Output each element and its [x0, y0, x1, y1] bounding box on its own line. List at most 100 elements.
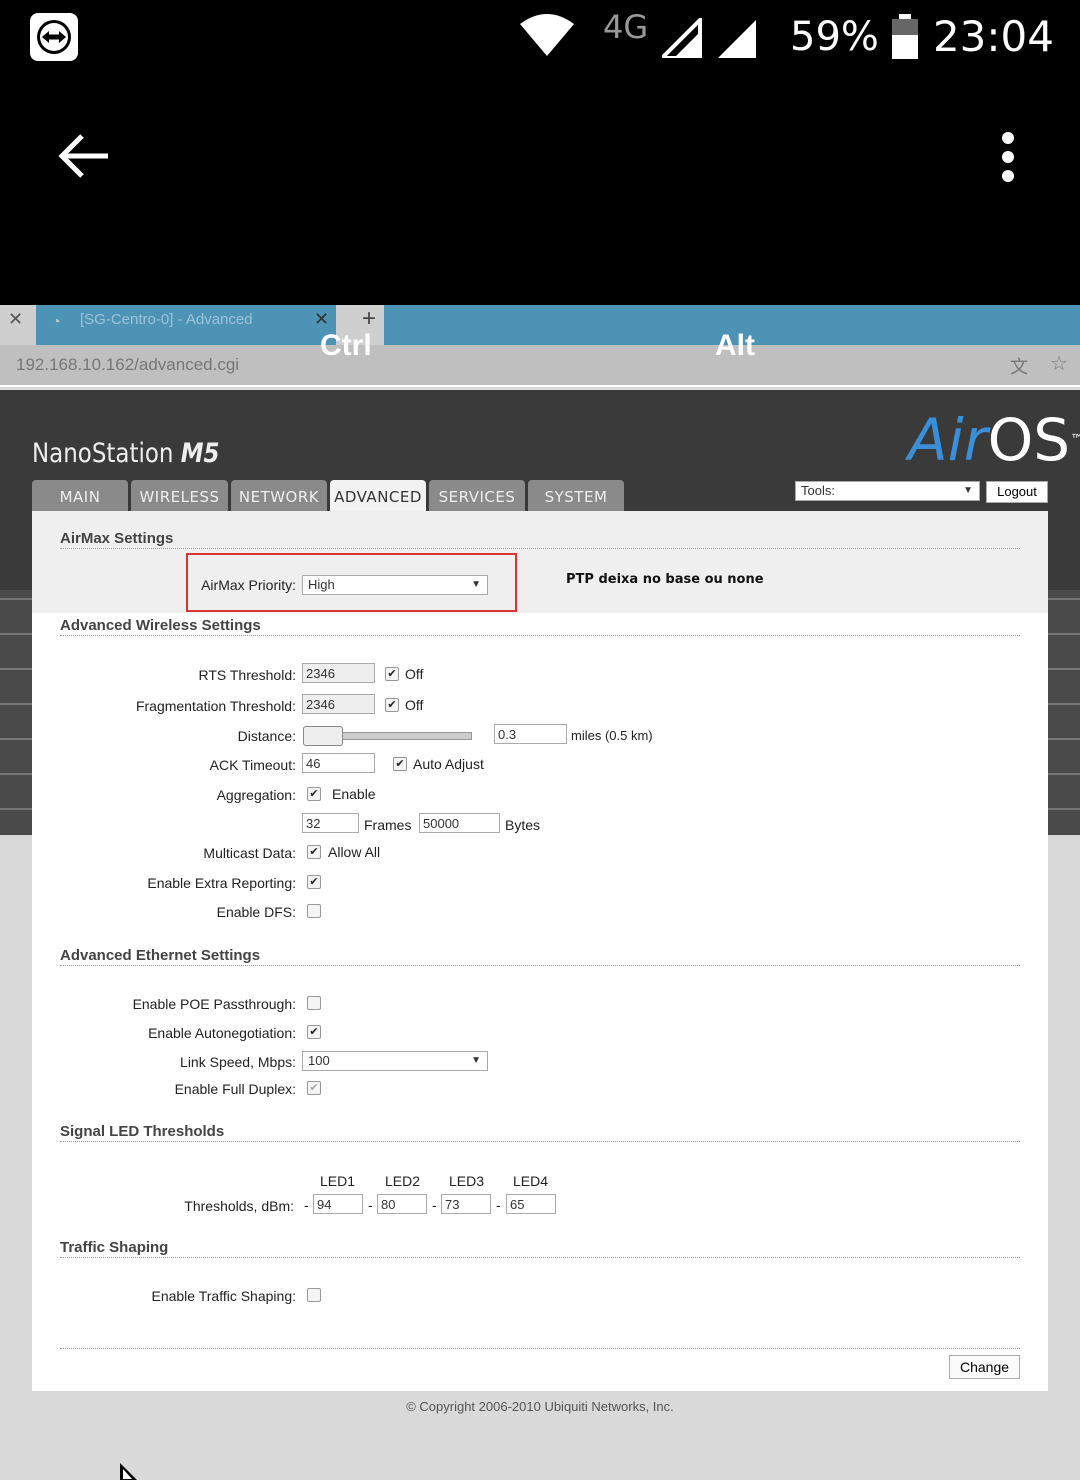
teamviewer-icon	[30, 13, 78, 61]
led4-header: LED4	[513, 1173, 549, 1189]
aggregation-checkbox[interactable]: ✔	[307, 787, 321, 801]
airmax-priority-select[interactable]: High ▼	[302, 575, 488, 595]
rts-off-label: Off	[405, 666, 424, 682]
browser-tab-bar: ✕ ◔ [SG-Centro-0] - Advanced ✕ +	[0, 305, 1080, 345]
frag-off-checkbox[interactable]: ✔	[385, 698, 399, 712]
remote-screen: ✕ ◔ [SG-Centro-0] - Advanced ✕ + 192.168…	[0, 305, 1080, 1480]
ethernet-section-title: Advanced Ethernet Settings	[60, 947, 261, 964]
link-speed-value: 100	[308, 1053, 330, 1068]
minus-sign: -	[432, 1197, 437, 1213]
arrow-left-icon[interactable]	[58, 130, 110, 187]
distance-slider-handle[interactable]	[303, 726, 343, 746]
annotation-note: PTP deixa no base ou none	[566, 572, 764, 587]
bytes-label: Bytes	[505, 817, 541, 833]
chevron-down-icon: ▼	[471, 579, 481, 590]
airmax-section-title: AirMax Settings	[60, 530, 174, 547]
status-bar: 4G 59% 23:04	[0, 0, 1080, 80]
poe-checkbox[interactable]	[307, 996, 321, 1010]
device-label: NanoStation	[32, 438, 174, 469]
translate-icon[interactable]: 文	[1010, 353, 1028, 379]
tab-services[interactable]: SERVICES	[429, 480, 525, 512]
dfs-checkbox[interactable]	[307, 904, 321, 918]
traffic-shaping-label: Enable Traffic Shaping:	[151, 1288, 296, 1304]
mouse-cursor-icon	[118, 1463, 142, 1480]
ack-auto-checkbox[interactable]: ✔	[393, 757, 407, 771]
airmax-priority-label: AirMax Priority:	[201, 577, 296, 593]
divider	[60, 965, 1020, 966]
full-duplex-checkbox[interactable]: ✔	[307, 1081, 321, 1095]
autoneg-checkbox[interactable]: ✔	[307, 1025, 321, 1039]
led-section-title: Signal LED Thresholds	[60, 1123, 225, 1140]
wifi-icon	[520, 14, 574, 61]
multicast-allow-label: Allow All	[328, 844, 381, 860]
full-duplex-label: Enable Full Duplex:	[174, 1081, 296, 1097]
led2-input[interactable]: 80	[377, 1194, 427, 1214]
battery-percent: 59%	[790, 14, 879, 60]
extra-reporting-label: Enable Extra Reporting:	[147, 875, 296, 891]
link-speed-label: Link Speed, Mbps:	[180, 1054, 296, 1070]
bytes-input[interactable]: 50000	[419, 813, 500, 833]
tab-main[interactable]: MAIN	[32, 480, 128, 512]
url-text[interactable]: 192.168.10.162/advanced.cgi	[16, 355, 239, 375]
tools-label: Tools:	[801, 483, 835, 498]
battery-icon	[891, 14, 919, 65]
star-icon[interactable]: ☆	[1050, 351, 1068, 376]
logo-tm: ™	[1070, 432, 1080, 448]
distance-unit: miles (0.5 km)	[571, 728, 653, 743]
ctrl-key[interactable]: Ctrl	[320, 329, 372, 363]
tools-select[interactable]: Tools: ▼	[795, 481, 980, 501]
tab-wireless[interactable]: WIRELESS	[131, 480, 228, 512]
led3-input[interactable]: 73	[441, 1194, 491, 1214]
link-speed-select[interactable]: 100 ▼	[302, 1051, 488, 1071]
rts-threshold-label: RTS Threshold:	[198, 667, 296, 683]
alt-key[interactable]: Alt	[715, 329, 755, 363]
distance-label: Distance:	[237, 728, 296, 744]
distance-input[interactable]: 0.3	[494, 724, 567, 744]
tab-advanced[interactable]: ADVANCED	[330, 480, 426, 512]
ack-auto-label: Auto Adjust	[413, 756, 484, 772]
divider	[60, 635, 1020, 636]
extra-reporting-checkbox[interactable]: ✔	[307, 875, 321, 889]
minus-sign: -	[368, 1197, 373, 1213]
led1-header: LED1	[320, 1173, 356, 1189]
more-vert-icon[interactable]	[998, 132, 1018, 187]
led2-header: LED2	[385, 1173, 421, 1189]
dfs-label: Enable DFS:	[216, 904, 296, 920]
app-bar	[0, 80, 1080, 305]
device-name: NanoStation M5	[32, 438, 220, 469]
autoneg-label: Enable Autonegotiation:	[148, 1025, 296, 1041]
divider	[60, 1348, 1020, 1349]
frames-label: Frames	[364, 817, 412, 833]
address-bar[interactable]: 192.168.10.162/advanced.cgi 文 ☆	[0, 345, 1080, 387]
rts-off-checkbox[interactable]: ✔	[385, 667, 399, 681]
airmax-priority-value: High	[308, 577, 335, 592]
ack-timeout-input[interactable]: 46	[302, 753, 375, 773]
traffic-section-title: Traffic Shaping	[60, 1239, 169, 1256]
copyright: © Copyright 2006-2010 Ubiquiti Networks,…	[406, 1399, 674, 1414]
tab-close-icon[interactable]: ✕	[314, 309, 329, 330]
minus-sign: -	[496, 1197, 501, 1213]
airmax-band	[32, 511, 1048, 613]
signal-icon	[657, 15, 702, 63]
multicast-label: Multicast Data:	[203, 845, 296, 861]
multicast-checkbox[interactable]: ✔	[307, 845, 321, 859]
aggregation-enable-label: Enable	[332, 786, 376, 802]
led1-input[interactable]: 94	[313, 1194, 363, 1214]
rts-threshold-input[interactable]: 2346	[302, 663, 375, 683]
traffic-shaping-checkbox[interactable]	[307, 1288, 321, 1302]
led3-header: LED3	[449, 1173, 485, 1189]
logo-os: OS	[987, 406, 1071, 474]
model-label: M5	[180, 438, 220, 469]
close-icon[interactable]: ✕	[8, 309, 23, 330]
tab-system[interactable]: SYSTEM	[528, 480, 624, 512]
rss-icon: ◔	[52, 313, 61, 329]
frag-off-label: Off	[405, 697, 424, 713]
logout-button[interactable]: Logout	[986, 481, 1048, 503]
change-button[interactable]: Change	[949, 1355, 1020, 1379]
tab-network[interactable]: NETWORK	[231, 480, 327, 512]
frag-threshold-input[interactable]: 2346	[302, 694, 375, 714]
aggregation-label: Aggregation:	[216, 787, 296, 803]
led4-input[interactable]: 65	[506, 1194, 556, 1214]
frames-input[interactable]: 32	[302, 813, 359, 833]
logo-air: Air	[908, 406, 988, 474]
